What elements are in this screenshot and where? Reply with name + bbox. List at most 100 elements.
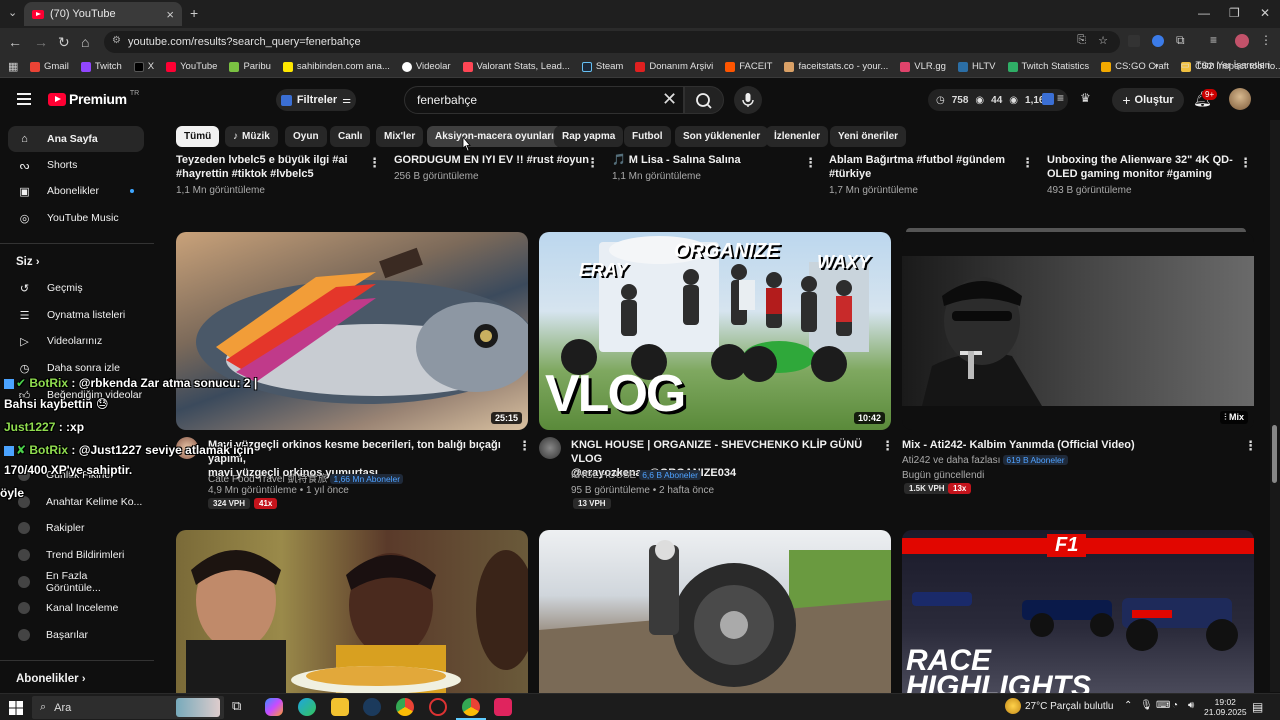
account-avatar[interactable] xyxy=(1229,88,1251,110)
profile-avatar-icon[interactable] xyxy=(1235,34,1249,48)
bookmark-videolar[interactable]: Videolar xyxy=(401,61,451,72)
close-window-icon[interactable]: ✕ xyxy=(1260,6,1270,20)
task-view-icon[interactable]: ⧉ xyxy=(232,698,250,716)
reading-list-icon[interactable]: ≡ xyxy=(1210,33,1217,47)
sidebar-item-youtube-music[interactable]: ◎ YouTube Music xyxy=(8,205,144,231)
video-title[interactable]: Mix - Ati242- Kalbim Yanımda (Official V… xyxy=(902,438,1232,452)
new-tab-icon[interactable]: + xyxy=(190,5,198,21)
bookmark-faceitstats[interactable]: faceitstats.co - your... xyxy=(784,61,888,72)
video-thumbnail[interactable] xyxy=(176,530,528,693)
bookmark-faceit[interactable]: FACEIT xyxy=(725,61,772,72)
notifications-icon[interactable]: ▤ xyxy=(1252,700,1263,714)
short-title[interactable]: 🎵 M Lisa - Salına Salına xyxy=(612,153,741,167)
url-bar[interactable]: ⚙ youtube.com/results?search_query=fener… xyxy=(104,31,1120,53)
sidebar-item-shorts[interactable]: ᔓ Shorts xyxy=(8,152,144,178)
video-thumbnail[interactable]: F1 RACE HIGHLIGHTS xyxy=(902,530,1254,693)
tab-list-icon[interactable]: ⌄ xyxy=(8,6,17,19)
reload-icon[interactable]: ↻ xyxy=(58,34,70,51)
bookmark-hltv[interactable]: HLTV xyxy=(957,61,996,72)
more-options-icon[interactable]: ⋮ xyxy=(881,438,894,454)
sidebar-item-playlists[interactable]: ☰ Oynatma listeleri xyxy=(8,302,144,328)
copilot-icon[interactable] xyxy=(265,698,283,716)
bookmark-x[interactable]: X xyxy=(133,61,154,72)
video-thumbnail[interactable]: ORGANIZE ERAY WAXY VLOG 10:42 xyxy=(539,232,891,430)
more-options-icon[interactable]: ⋮ xyxy=(1244,438,1257,454)
minimize-icon[interactable]: — xyxy=(1198,6,1210,20)
file-explorer-icon[interactable] xyxy=(331,698,349,716)
youtube-premium-logo[interactable]: Premium TR xyxy=(48,90,139,107)
channel-avatar[interactable] xyxy=(539,437,561,459)
install-app-icon[interactable]: ⎘ xyxy=(1077,34,1086,47)
extension-icon[interactable] xyxy=(1042,93,1054,105)
list-icon[interactable]: ≡ xyxy=(1057,91,1064,105)
channel-name[interactable]: KNGL HOUSE xyxy=(571,470,636,481)
sidebar-item-subscriptions[interactable]: ▣ Abonelikler xyxy=(8,178,144,204)
sidebar-item-history[interactable]: ↺ Geçmiş xyxy=(8,275,144,301)
video-thumbnail[interactable]: 25:15 xyxy=(176,232,528,430)
app-icon[interactable] xyxy=(494,698,512,716)
bookmark-star-icon[interactable]: ☆ xyxy=(1098,34,1108,47)
restore-icon[interactable]: ❐ xyxy=(1229,6,1240,20)
tray-chevron-icon[interactable]: ⌃ xyxy=(1124,700,1132,711)
menu-kebab-icon[interactable]: ⋮ xyxy=(1260,33,1272,47)
search-input[interactable]: fenerbahçe xyxy=(404,86,684,114)
bookmark-twitch-stats[interactable]: Twitch Statistics xyxy=(1007,61,1089,72)
chip-recently-uploaded[interactable]: Son yüklenenler xyxy=(675,126,769,147)
more-options-icon[interactable]: ⋮ xyxy=(804,155,817,171)
bookmarks-overflow-icon[interactable]: » xyxy=(1153,60,1158,71)
scrollbar-track[interactable] xyxy=(1270,120,1280,692)
channel-name[interactable]: Cate Food Travel 凱特食旅 xyxy=(208,474,327,485)
more-options-icon[interactable]: ⋮ xyxy=(368,155,381,171)
edge-icon[interactable] xyxy=(298,698,316,716)
taskbar-clock[interactable]: 19:02 21.09.2025 xyxy=(1204,697,1247,717)
windows-start-icon[interactable] xyxy=(9,701,23,715)
chip-gaming[interactable]: Oyun xyxy=(285,126,327,147)
clear-search-icon[interactable]: ✕ xyxy=(662,89,677,110)
home-icon[interactable]: ⌂ xyxy=(81,34,89,50)
channel-name[interactable]: Ati242 ve daha fazlası xyxy=(902,455,1000,466)
more-options-icon[interactable]: ⋮ xyxy=(1239,155,1252,171)
chrome-icon[interactable] xyxy=(396,698,414,716)
bookmark-donanim[interactable]: Donanım Arşivi xyxy=(635,61,713,72)
search-button[interactable] xyxy=(684,86,724,114)
chip-music[interactable]: ♪ Müzik xyxy=(225,126,278,147)
bookmark-steam[interactable]: Steam xyxy=(581,61,623,72)
chip-football[interactable]: Futbol xyxy=(624,126,671,147)
sidebar-item-your-videos[interactable]: ▷ Videolarınız xyxy=(8,328,144,354)
wifi-icon[interactable]: ◔ xyxy=(1172,700,1178,711)
sidebar-item-keyword[interactable]: Anahtar Kelime Ko... xyxy=(8,489,144,515)
trophy-icon[interactable]: ♛ xyxy=(1080,91,1091,105)
sidebar-item-achievements[interactable]: Başarılar xyxy=(8,622,144,648)
bookmark-youtube[interactable]: YouTube xyxy=(166,61,217,72)
bookmark-sahibinden[interactable]: sahibinden.com ana... xyxy=(282,61,390,72)
more-options-icon[interactable]: ⋮ xyxy=(586,155,599,171)
volume-icon[interactable]: 🔊︎ xyxy=(1188,700,1194,711)
chip-watched[interactable]: İzlenenler xyxy=(766,126,829,147)
sidebar-item-home[interactable]: ⌂ Ana Sayfa xyxy=(8,126,144,152)
site-info-icon[interactable]: ⚙ xyxy=(112,35,121,46)
short-title[interactable]: GORDUGUM EN IYI EV !! #rust #oyun xyxy=(394,153,589,167)
short-title[interactable]: Ablam Bağırtma #futbol #gündem #türkiye xyxy=(829,153,1005,181)
sidebar-item-most-viewed[interactable]: En Fazla Görüntüle... xyxy=(8,569,144,595)
weather-text[interactable]: 27°C Parçalı bulutlu xyxy=(1025,701,1114,712)
hamburger-menu-icon[interactable] xyxy=(17,93,31,105)
filters-button[interactable]: Filtreler ⚌ xyxy=(276,89,356,111)
chip-new-to-you[interactable]: Yeni öneriler xyxy=(830,126,907,147)
steam-icon[interactable] xyxy=(363,698,381,716)
sidebar-item-channel-audit[interactable]: Kanal Inceleme xyxy=(8,595,144,621)
extension-blue-icon[interactable] xyxy=(1152,35,1164,47)
back-icon[interactable]: ← xyxy=(8,34,22,50)
obs-icon[interactable] xyxy=(429,698,447,716)
scrollbar-thumb[interactable] xyxy=(1272,425,1277,483)
chrome-active-icon[interactable] xyxy=(462,698,480,716)
forward-icon[interactable]: → xyxy=(34,34,48,50)
sidebar-item-trend-alerts[interactable]: Trend Bildirimleri xyxy=(8,542,144,568)
chip-rap[interactable]: Rap yapma xyxy=(554,126,624,147)
more-options-icon[interactable]: ⋮ xyxy=(518,438,531,454)
bookmark-gmail[interactable]: Gmail xyxy=(30,61,69,72)
video-thumbnail[interactable] xyxy=(539,530,891,693)
taskbar-search[interactable]: ⌕ Ara xyxy=(32,696,224,719)
all-bookmarks[interactable]: Tüm Yer İşaretleri xyxy=(1196,60,1270,71)
short-title[interactable]: Teyzeden lvbelc5 e büyük ilgi #ai #hayret… xyxy=(176,153,348,181)
chip-all[interactable]: Tümü xyxy=(176,126,220,147)
